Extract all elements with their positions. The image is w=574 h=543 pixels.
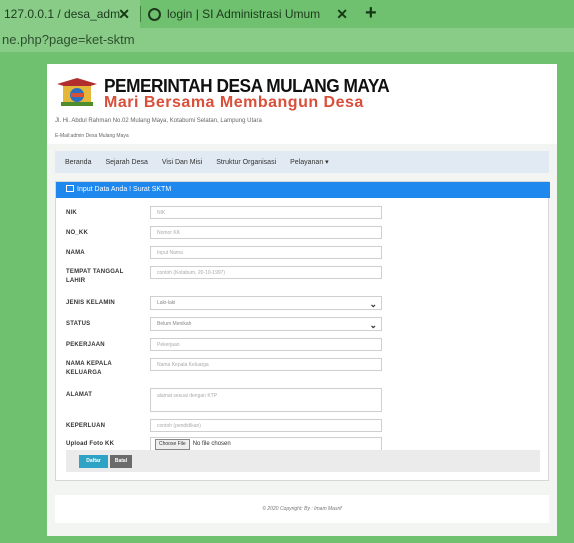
field-label: PEKERJAAN xyxy=(66,342,105,348)
nama-input[interactable]: Input Nama xyxy=(150,246,382,259)
nav-struktur-organisasi[interactable]: Struktur Organisasi xyxy=(216,159,276,166)
field-label: KEPERLUAN xyxy=(66,423,106,429)
alamat-textarea[interactable]: alamat sesuai dengan KTP xyxy=(150,388,382,412)
nav-sejarah-desa[interactable]: Sejarah Desa xyxy=(105,159,147,166)
form-panel-header: Input Data Anda ! Surat SKTM xyxy=(56,182,550,198)
nav-pelayanan-dropdown[interactable]: Pelayanan ▾ xyxy=(290,158,329,166)
site-header: PEMERINTAH DESA MULANG MAYA Mari Bersama… xyxy=(47,64,557,144)
main-navbar: Beranda Sejarah Desa Visi Dan Misi Struk… xyxy=(55,151,549,173)
batal-button[interactable]: Batal xyxy=(110,455,132,468)
status-select[interactable]: Belum Menikah ⌄ xyxy=(150,317,382,331)
page-container: PEMERINTAH DESA MULANG MAYA Mari Bersama… xyxy=(47,64,557,536)
field-label: NIK xyxy=(66,210,77,216)
select-value: Belum Menikah xyxy=(157,321,192,327)
globe-icon xyxy=(148,7,161,21)
site-motto: Mari Bersama Membangun Desa xyxy=(104,94,364,111)
chevron-down-icon: ⌄ xyxy=(369,299,377,309)
close-icon[interactable]: ✕ xyxy=(118,6,130,23)
browser-tab-phpmyadmin[interactable]: 127.0.0.1 / desa_adm ✕ xyxy=(0,0,140,28)
form-actions: Daftar Batal xyxy=(66,450,540,472)
no-kk-input[interactable]: Nomor KK xyxy=(150,226,382,239)
nav-beranda[interactable]: Beranda xyxy=(65,159,91,166)
url-text: ne.php?page=ket-sktm xyxy=(2,32,135,47)
site-email: E-Mail:admin Desa Mulang Maya xyxy=(55,133,129,139)
site-address: Jl. Hi. Abdul Rahman No.02 Mulang Maya, … xyxy=(55,118,262,124)
nav-visi-misi[interactable]: Visi Dan Misi xyxy=(162,159,202,166)
tab-title: 127.0.0.1 / desa_adm xyxy=(4,7,121,21)
new-tab-icon[interactable]: + xyxy=(365,2,377,25)
field-label: Upload Foto KK xyxy=(66,441,115,447)
nama-kepala-keluarga-input[interactable]: Nama Kepala Keluarga xyxy=(150,358,382,371)
close-icon[interactable]: ✕ xyxy=(336,6,348,23)
upload-kk-file-input[interactable]: Choose File No file chosen xyxy=(150,437,382,451)
sktm-form-panel: Input Data Anda ! Surat SKTM NIK NIK NO_… xyxy=(55,181,550,481)
chevron-down-icon: ⌄ xyxy=(369,320,377,330)
site-footer: © 2020 Copyright: By : Imam Masrif xyxy=(55,495,549,523)
choose-file-button[interactable]: Choose File xyxy=(155,439,190,450)
address-bar[interactable]: ne.php?page=ket-sktm xyxy=(0,28,574,52)
form-title: Input Data Anda ! Surat SKTM xyxy=(77,186,172,193)
tab-title: login | SI Administrasi Umum xyxy=(167,7,321,21)
browser-tab-login[interactable]: login | SI Administrasi Umum ✕ xyxy=(140,0,358,28)
field-label: NAMA KEPALA KELUARGA xyxy=(66,361,112,376)
keperluan-input[interactable]: contoh (pendidikan) xyxy=(150,419,382,432)
field-label: TEMPAT TANGGAL LAHIR xyxy=(66,269,124,284)
logo-icon xyxy=(57,78,97,106)
field-label: ALAMAT xyxy=(66,392,93,398)
tempat-tanggal-lahir-input[interactable]: contoh (Kotabum, 20-10-1997) xyxy=(150,266,382,279)
page-area: PEMERINTAH DESA MULANG MAYA Mari Bersama… xyxy=(0,52,574,543)
select-value: Laki-laki xyxy=(157,300,176,306)
field-label: STATUS xyxy=(66,321,91,327)
field-label: NO_KK xyxy=(66,230,89,236)
field-label: JENIS KELAMIN xyxy=(66,300,115,306)
field-label: NAMA xyxy=(66,250,85,256)
nik-input[interactable]: NIK xyxy=(150,206,382,219)
pekerjaan-input[interactable]: Pekerjaan xyxy=(150,338,382,351)
browser-tabbar: 127.0.0.1 / desa_adm ✕ login | SI Admini… xyxy=(0,0,574,28)
jenis-kelamin-select[interactable]: Laki-laki ⌄ xyxy=(150,296,382,310)
footer-copyright: © 2020 Copyright: By : Imam Masrif xyxy=(262,506,342,512)
edit-icon xyxy=(66,185,74,192)
daftar-button[interactable]: Daftar xyxy=(79,455,108,468)
file-status: No file chosen xyxy=(192,441,231,447)
